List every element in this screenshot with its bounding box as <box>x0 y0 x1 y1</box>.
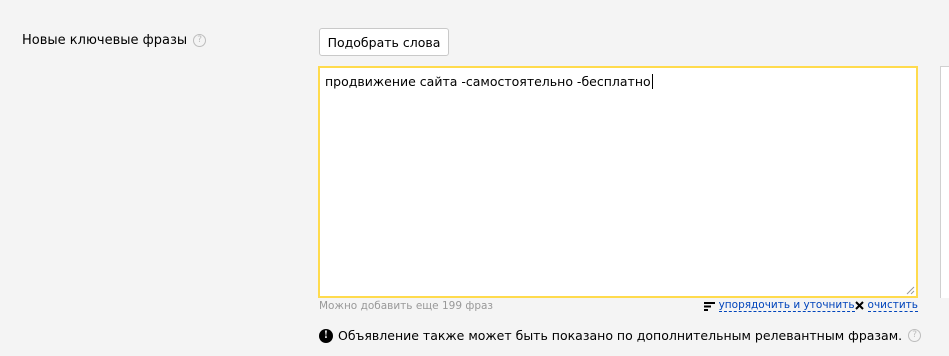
resize-grip-icon[interactable] <box>906 286 915 295</box>
remaining-phrases-hint: Можно добавить еще 199 фраз <box>319 300 494 312</box>
question-icon[interactable]: ? <box>908 329 922 342</box>
keywords-textarea[interactable]: продвижение сайта -самостоятельно -беспл… <box>318 66 918 298</box>
close-icon[interactable] <box>854 301 864 310</box>
info-icon: ! <box>319 328 333 343</box>
extra-phrases-notice: ! Объявление также может быть показано п… <box>319 328 922 343</box>
adjacent-panel-edge <box>940 66 949 298</box>
pick-words-button[interactable]: Подобрать слова <box>319 28 449 56</box>
notice-text: Объявление также может быть показано по … <box>338 328 903 343</box>
sort-and-refine-link[interactable]: упорядочить и уточнить <box>718 299 855 312</box>
clear-link[interactable]: очистить <box>867 299 918 312</box>
new-keywords-label-text: Новые ключевые фразы <box>22 33 188 48</box>
sort-lines-icon[interactable] <box>703 301 715 311</box>
text-caret <box>651 74 653 89</box>
new-keywords-label: Новые ключевые фразы ? <box>22 33 207 48</box>
textarea-actions: упорядочить и уточнить очистить <box>703 299 918 312</box>
question-icon[interactable]: ? <box>193 34 207 47</box>
keywords-textarea-value[interactable]: продвижение сайта -самостоятельно -беспл… <box>325 74 653 89</box>
